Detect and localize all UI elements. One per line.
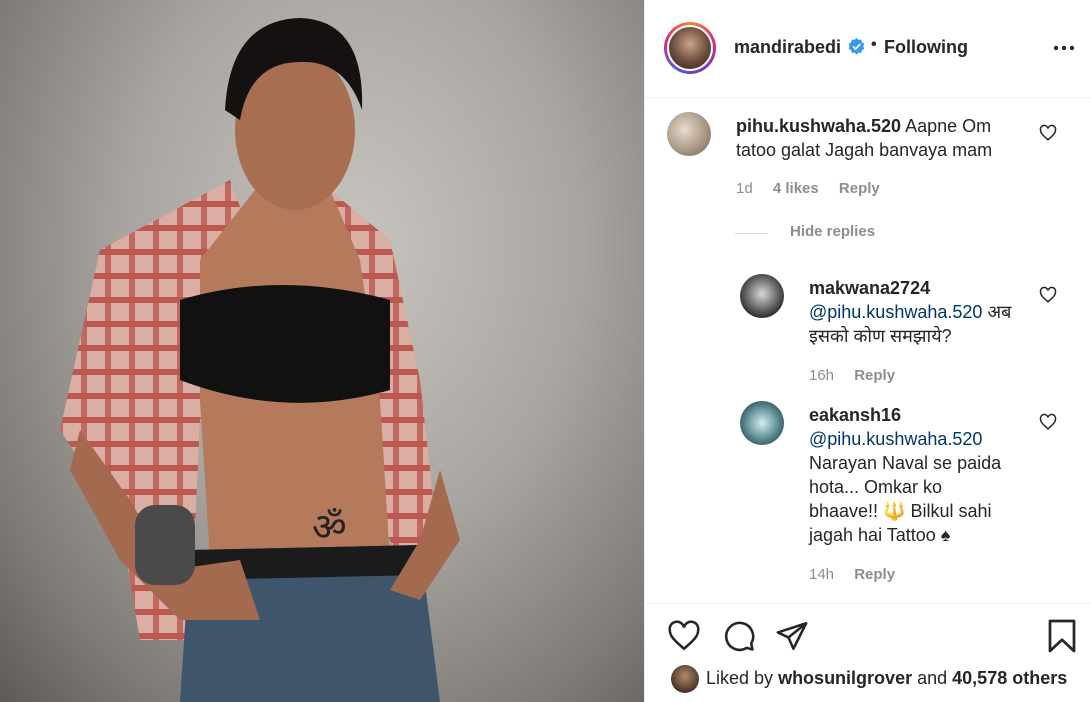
reply-meta: 16h Reply	[809, 367, 895, 384]
post-sidebar: mandirabedi • Following pihu.kushwaha.52…	[644, 0, 1091, 702]
liked-by-count[interactable]: 40,578 others	[952, 668, 1067, 688]
hide-replies-button[interactable]: Hide replies	[790, 223, 875, 240]
reply-mention[interactable]: @pihu.kushwaha.520	[809, 429, 982, 449]
reply-reply-button[interactable]: Reply	[854, 367, 895, 384]
reply-text-line1: Narayan Naval se paida	[809, 453, 1002, 473]
comment-time[interactable]: 1d	[736, 180, 753, 197]
reply-body: eakansh16 @pihu.kushwaha.520 Narayan Nav…	[809, 403, 1039, 547]
reply-text-line3: bhaave!! 🔱 Bilkul sahi	[809, 501, 992, 521]
comment-username[interactable]: pihu.kushwaha.520	[736, 116, 901, 136]
comment-reply-button[interactable]: Reply	[839, 180, 880, 197]
comment-likes[interactable]: 4 likes	[773, 180, 819, 197]
bookmark-icon[interactable]	[1046, 618, 1078, 654]
reply-avatar[interactable]	[740, 401, 784, 445]
reply-text: अब	[987, 302, 1012, 322]
reply-meta: 14h Reply	[809, 566, 895, 583]
comment-like-heart-icon[interactable]	[1039, 124, 1057, 142]
reply-avatar[interactable]	[740, 274, 784, 318]
comment-text-line1: Aapne Om	[905, 116, 992, 136]
share-icon[interactable]	[775, 619, 809, 653]
post-header: mandirabedi • Following	[645, 0, 1091, 98]
comment-meta: 1d 4 likes Reply	[736, 180, 880, 197]
author-avatar-story-ring[interactable]	[664, 22, 716, 74]
comment-text-line2: tatoo galat Jagah banvaya mam	[736, 140, 993, 160]
reply-username[interactable]: makwana2724	[809, 278, 930, 298]
comment-icon[interactable]	[722, 619, 756, 653]
reply-text-line2: इसको कोण समझाये?	[809, 326, 952, 346]
comments-list[interactable]: pihu.kushwaha.520 Aapne Om tatoo galat J…	[645, 99, 1091, 602]
author-avatar[interactable]	[667, 25, 713, 71]
reply-text-line2: hota... Omkar ko	[809, 477, 943, 497]
liked-by-user[interactable]: whosunilgrover	[778, 668, 912, 688]
liked-by-middle: and	[917, 668, 948, 688]
liked-by-prefix: Liked by	[706, 668, 774, 688]
reply-like-heart-icon[interactable]	[1039, 413, 1057, 431]
reply-reply-button[interactable]: Reply	[854, 566, 895, 583]
post-photo-illustration	[60, 18, 460, 702]
post-image[interactable]: ॐ	[0, 0, 644, 702]
header-separator: •	[871, 36, 877, 53]
following-button[interactable]: Following	[884, 37, 968, 58]
replies-divider	[735, 233, 768, 234]
om-tattoo: ॐ	[312, 505, 347, 549]
heart-icon[interactable]	[667, 619, 701, 653]
reply-time[interactable]: 16h	[809, 367, 834, 384]
reply-text-line4: jagah hai Tattoo ♠	[809, 525, 951, 545]
reply-username[interactable]: eakansh16	[809, 405, 901, 425]
comment-avatar[interactable]	[667, 112, 711, 156]
author-username[interactable]: mandirabedi	[734, 37, 841, 58]
reply-mention[interactable]: @pihu.kushwaha.520	[809, 302, 982, 322]
verified-badge-icon	[848, 38, 865, 55]
more-options-icon[interactable]	[1052, 40, 1076, 56]
liked-by-avatar[interactable]	[671, 665, 699, 693]
reply-body: makwana2724 @pihu.kushwaha.520 अब इसको क…	[809, 276, 1049, 348]
reply-time[interactable]: 14h	[809, 566, 834, 583]
comment-body: pihu.kushwaha.520 Aapne Om tatoo galat J…	[736, 114, 1056, 162]
reply-like-heart-icon[interactable]	[1039, 286, 1057, 304]
likes-summary: Liked by whosunilgrover and 40,578 other…	[706, 668, 1067, 689]
